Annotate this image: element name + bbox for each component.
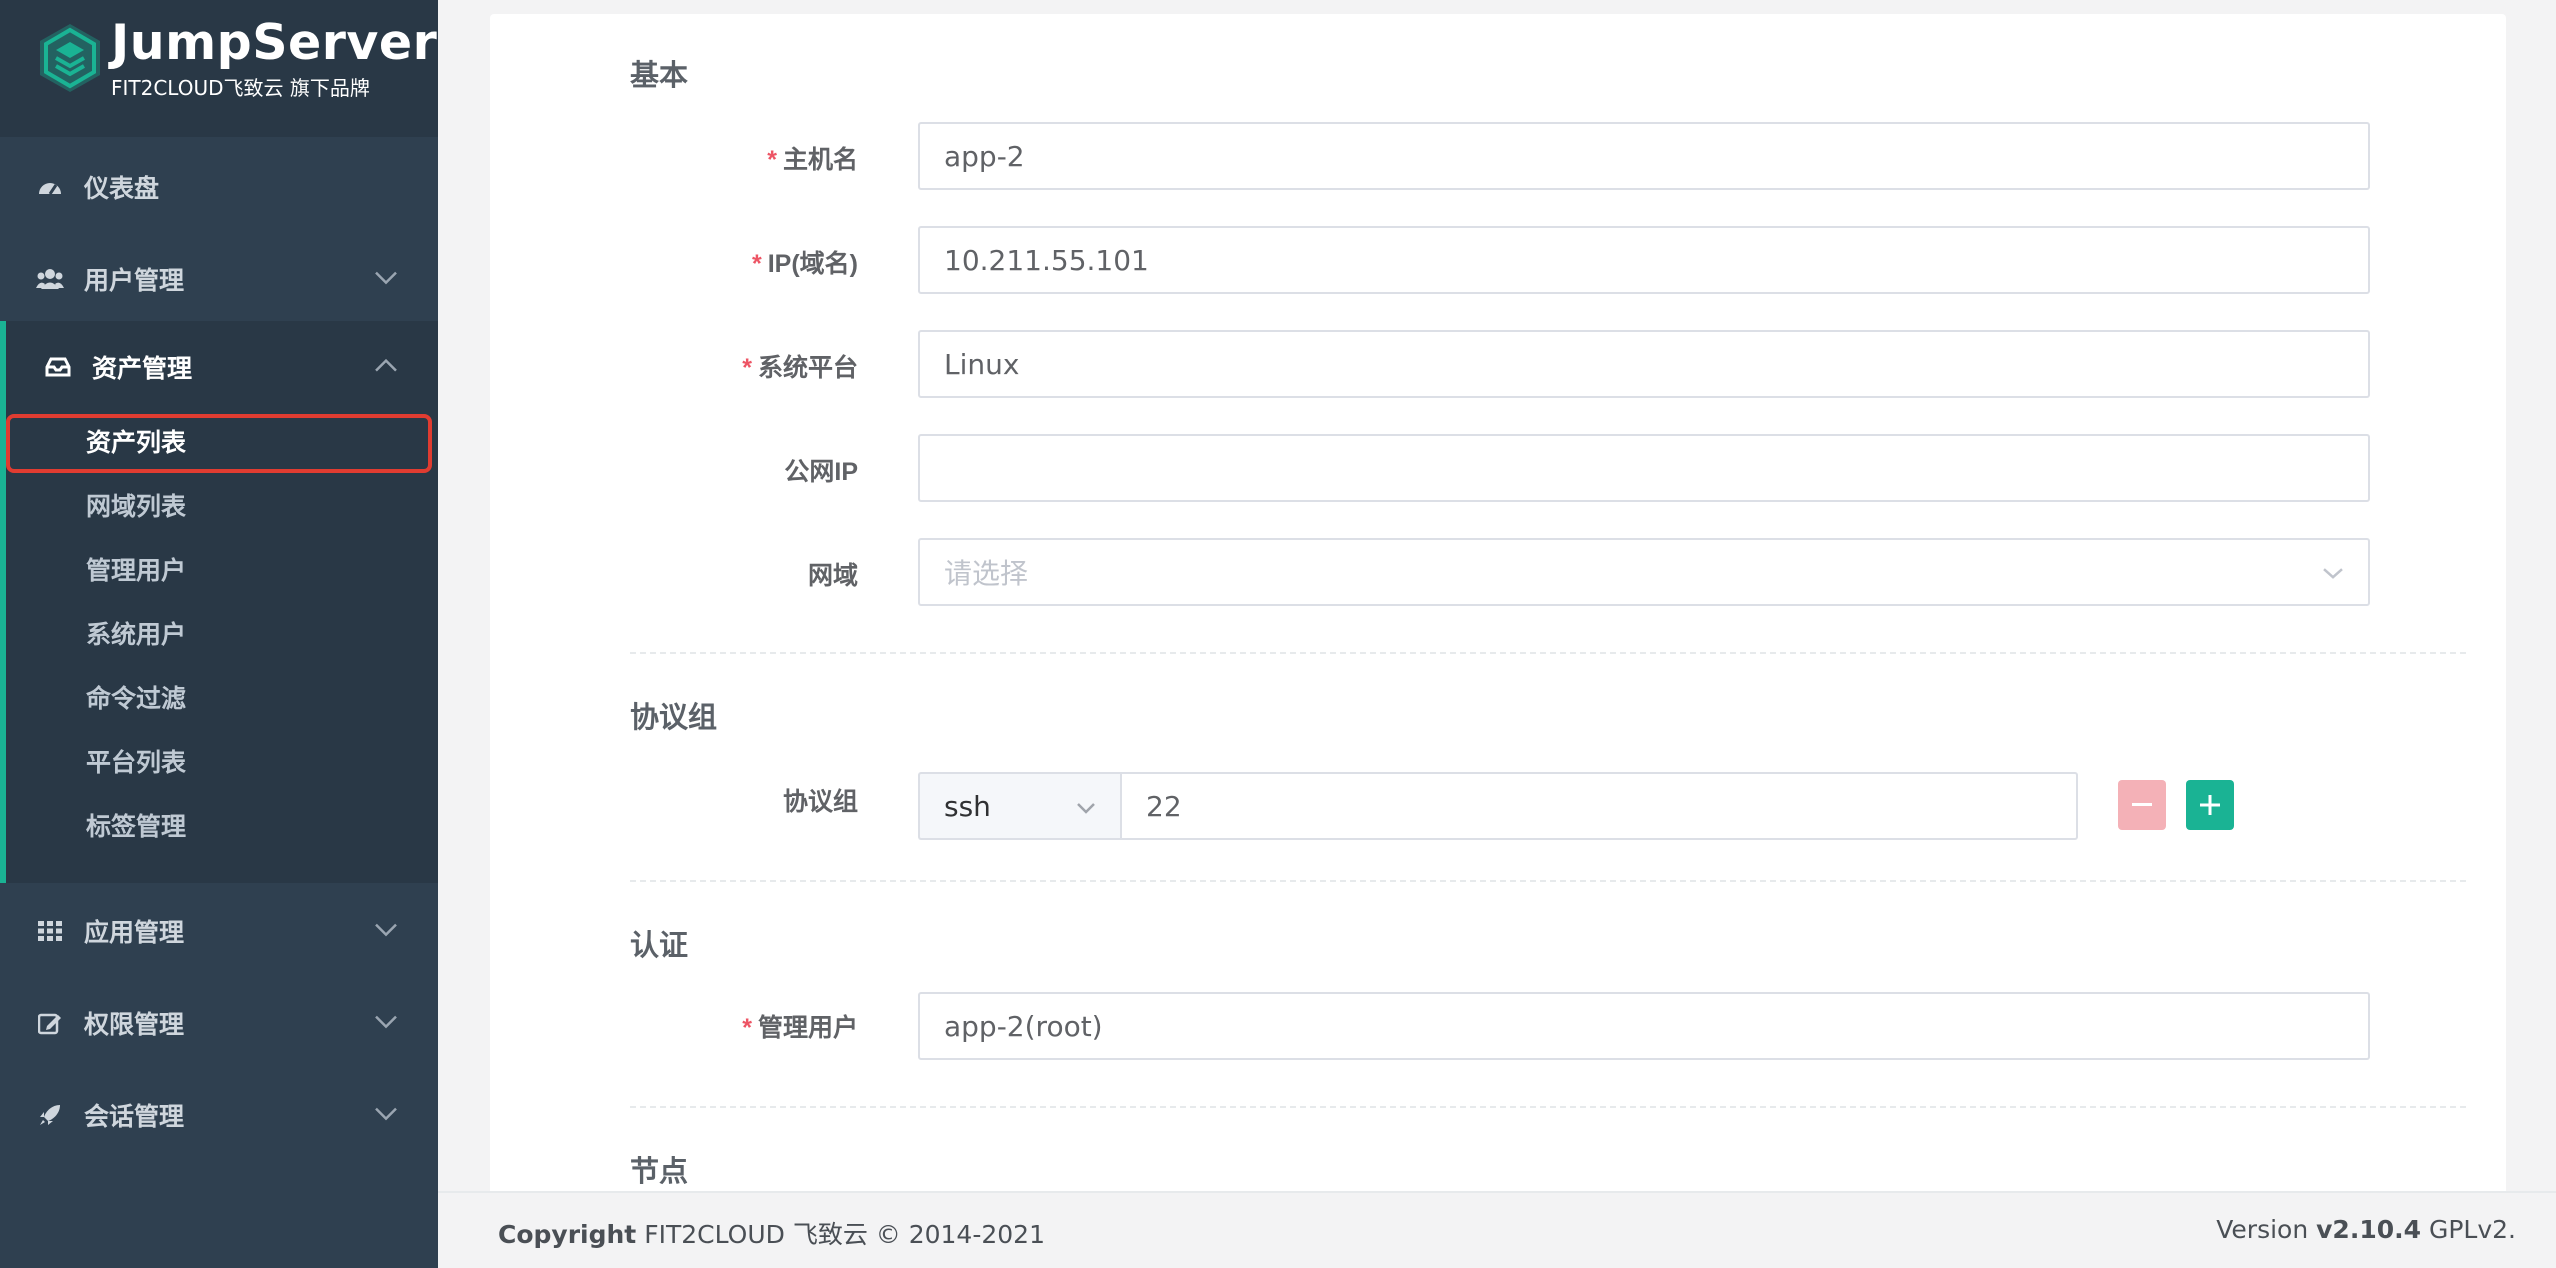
asset-management-group: 资产管理 资产列表 网域列表 管理用户 系统用户 命令过滤 平台列表 标签管理 — [0, 321, 438, 883]
sidebar: JumpServer FIT2CLOUD飞致云 旗下品牌 仪表盘 用户管理 资产… — [0, 0, 438, 1268]
copyright: Copyright FIT2CLOUD 飞致云 © 2014-2021 — [498, 1220, 1045, 1249]
menu-label: 会话管理 — [84, 1103, 185, 1131]
required-mark: * — [751, 250, 762, 278]
chevron-up-icon — [375, 358, 397, 372]
chevron-down-icon — [375, 1015, 397, 1029]
section-title-node: 节点 — [630, 1156, 689, 1188]
menu-item-applications[interactable]: 应用管理 — [0, 885, 438, 977]
ip-label: * IP(域名) — [751, 250, 858, 278]
protocol-type-value: ssh — [944, 789, 991, 823]
admin-user-select[interactable]: app-2(root) — [918, 992, 2370, 1060]
menu-item-assets[interactable]: 资产管理 — [0, 321, 438, 413]
brand-title: JumpServer — [111, 14, 438, 71]
required-mark: * — [767, 146, 777, 174]
ip-input[interactable]: 10.211.55.101 — [918, 226, 2370, 294]
logo-area: JumpServer FIT2CLOUD飞致云 旗下品牌 — [0, 0, 438, 137]
chevron-down-icon — [375, 1107, 397, 1121]
remove-protocol-button[interactable] — [2118, 780, 2166, 830]
menu-label: 应用管理 — [84, 919, 185, 947]
menu-item-permissions[interactable]: 权限管理 — [0, 977, 438, 1069]
domain-placeholder: 请选择 — [944, 557, 1029, 590]
chevron-down-icon — [375, 923, 397, 937]
submenu-item-label-management[interactable]: 标签管理 — [86, 807, 186, 847]
required-mark: * — [742, 354, 752, 382]
required-mark: * — [742, 1014, 752, 1042]
hostname-label: * 主机名 — [767, 146, 858, 174]
platform-input[interactable]: Linux — [918, 330, 2370, 398]
protocol-type-select[interactable]: ssh — [918, 772, 1122, 840]
domain-label: 网域 — [807, 562, 858, 590]
plus-icon — [2200, 795, 2220, 815]
admin-user-label: * 管理用户 — [742, 1014, 858, 1042]
edit-icon — [36, 1009, 64, 1037]
inbox-icon — [44, 353, 72, 381]
menu-label: 权限管理 — [84, 1011, 185, 1039]
submenu-item-platform-list[interactable]: 平台列表 — [86, 743, 186, 783]
jumpserver-logo-icon — [40, 24, 100, 92]
rocket-icon — [36, 1101, 64, 1129]
chevron-down-icon — [2323, 568, 2343, 579]
menu-label: 用户管理 — [84, 267, 185, 295]
submenu-item-command-filter[interactable]: 命令过滤 — [86, 679, 186, 719]
public-ip-label: 公网IP — [784, 458, 858, 486]
submenu-item-system-users[interactable]: 系统用户 — [86, 615, 186, 655]
minus-icon — [2132, 803, 2152, 806]
submenu-item-domain-list[interactable]: 网域列表 — [86, 487, 186, 527]
public-ip-input[interactable] — [918, 434, 2370, 502]
submenu-item-admin-users[interactable]: 管理用户 — [86, 551, 186, 591]
grid-icon — [36, 917, 64, 945]
protocol-port-input[interactable]: 22 — [1120, 772, 2078, 840]
hostname-input[interactable]: app-2 — [918, 122, 2370, 190]
chevron-down-icon — [1077, 803, 1095, 814]
menu-item-sessions[interactable]: 会话管理 — [0, 1069, 438, 1161]
menu-item-users[interactable]: 用户管理 — [0, 233, 438, 325]
section-title-protocols: 协议组 — [630, 702, 718, 734]
menu-item-dashboard[interactable]: 仪表盘 — [0, 141, 438, 233]
footer: Copyright FIT2CLOUD 飞致云 © 2014-2021 Vers… — [438, 1191, 2556, 1268]
platform-label: * 系统平台 — [742, 354, 858, 382]
dashboard-icon — [36, 173, 64, 201]
brand-subtitle: FIT2CLOUD飞致云 旗下品牌 — [111, 76, 370, 100]
users-icon — [36, 265, 64, 293]
chevron-down-icon — [375, 271, 397, 285]
section-divider — [630, 880, 2466, 882]
menu-label: 仪表盘 — [84, 175, 160, 203]
section-divider — [630, 652, 2466, 654]
menu-label: 资产管理 — [92, 355, 193, 383]
add-protocol-button[interactable] — [2186, 780, 2234, 830]
version-info: Version v2.10.4 GPLv2. — [2216, 1215, 2516, 1244]
section-divider — [630, 1106, 2466, 1108]
form-card — [490, 14, 2506, 1268]
domain-select[interactable]: 请选择 — [918, 538, 2370, 606]
protocol-label: 协议组 — [782, 788, 858, 816]
active-item-highlight — [6, 414, 432, 473]
section-title-basic: 基本 — [630, 60, 689, 92]
section-title-auth: 认证 — [630, 930, 689, 962]
